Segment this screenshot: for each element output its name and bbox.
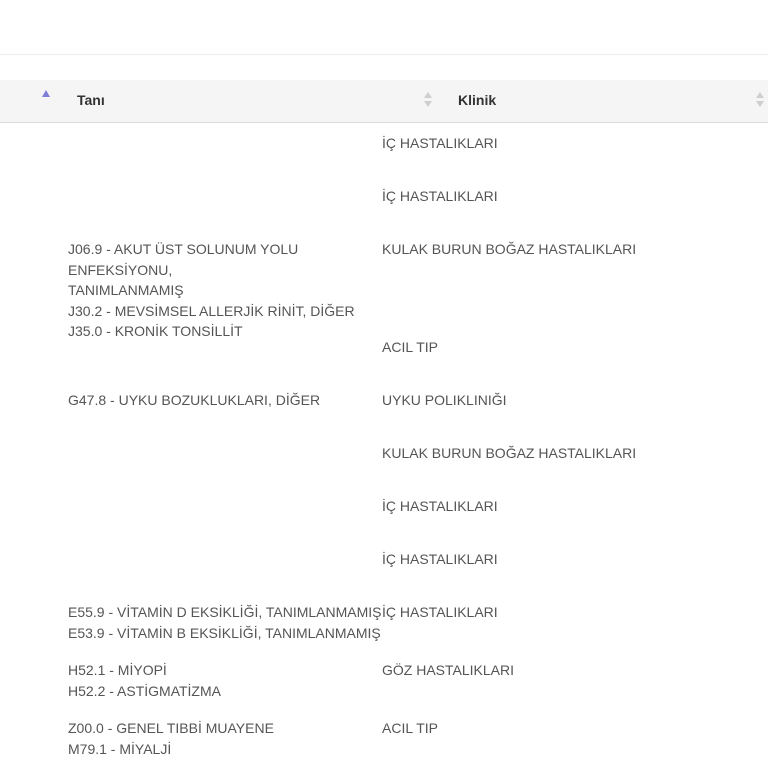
diagnosis-cell: G47.8 - UYKU BOZUKLUKLARI, DİĞER: [0, 390, 382, 433]
diagnosis-entry: J06.9 - AKUT ÜST SOLUNUM YOLU ENFEKSİYON…: [68, 241, 299, 298]
diagnosis-entry: J30.2 - MEVSİMSEL ALLERJİK RİNİT, DİĞER: [68, 302, 355, 319]
diagnosis-cell: [0, 133, 382, 176]
column-header-clinic[interactable]: Klinik: [458, 80, 496, 122]
diagnosis-cell: [0, 337, 382, 380]
table-row[interactable]: G47.8 - UYKU BOZUKLUKLARI, DİĞER UYKU POL…: [0, 380, 768, 433]
diagnosis-cell: J06.9 - AKUT ÜST SOLUNUM YOLU ENFEKSİYON…: [0, 239, 382, 339]
table-row[interactable]: İÇ HASTALIKLARI: [0, 539, 768, 592]
clinic-cell: ACIL TIP: [382, 339, 439, 355]
column-header-diagnosis[interactable]: Tanı: [77, 80, 105, 122]
diagnosis-entry: E55.9 - VİTAMİN D EKSİKLİĞİ, TANIMLANMAM…: [68, 604, 382, 620]
clinic-cell: İÇ HASTALIKLARI: [382, 498, 498, 514]
clinic-cell: İÇ HASTALIKLARI: [382, 135, 498, 151]
diagnosis-cell: E55.9 - VİTAMİN D EKSİKLİĞİ, TANIMLANMAM…: [0, 602, 382, 650]
diagnosis-table: Tanı Klinik İÇ HASTALIKLARI İÇ HASTALIKLA…: [0, 80, 768, 766]
table-row[interactable]: KULAK BURUN BOĞAZ HASTALIKLARI: [0, 433, 768, 486]
diagnosis-cell: Z00.0 - GENEL TIBBİ MUAYENE M79.1 - MİYAL…: [0, 718, 382, 766]
diagnosis-entry: Z00.0 - GENEL TIBBİ MUAYENE: [68, 720, 274, 736]
sort-ascending-icon[interactable]: [42, 90, 50, 97]
diagnosis-entry: M79.1 - MİYALJİ: [68, 740, 172, 757]
clinic-cell: İÇ HASTALIKLARI: [382, 604, 498, 620]
clinic-cell: UYKU POLIKLINIĞI: [382, 392, 507, 408]
table-header: Tanı Klinik: [0, 80, 768, 123]
table-row[interactable]: E55.9 - VİTAMİN D EKSİKLİĞİ, TANIMLANMAM…: [0, 592, 768, 650]
table-row[interactable]: H52.1 - MİYOPİ H52.2 - ASTİGMATİZMA GÖZ HA…: [0, 650, 768, 708]
clinic-cell: İÇ HASTALIKLARI: [382, 551, 498, 567]
sort-toggle-icon[interactable]: [424, 92, 432, 110]
diagnosis-entry: G47.8 - UYKU BOZUKLUKLARI, DİĞER: [68, 392, 321, 408]
diagnosis-entry: E53.9 - VİTAMİN B EKSİKLİĞİ, TANIMLANMAM…: [68, 624, 381, 641]
diagnosis-entry: H52.2 - ASTİGMATİZMA: [68, 682, 221, 699]
sort-toggle-icon[interactable]: [756, 92, 764, 110]
table-row[interactable]: Z00.0 - GENEL TIBBİ MUAYENE M79.1 - MİYAL…: [0, 708, 768, 766]
table-row[interactable]: ACIL TIP: [0, 327, 768, 380]
clinic-cell: GÖZ HASTALIKLARI: [382, 662, 514, 678]
diagnosis-cell: [0, 443, 382, 486]
diagnosis-cell: [0, 186, 382, 229]
clinic-cell: ACIL TIP: [382, 720, 439, 736]
diagnosis-cell: [0, 549, 382, 592]
diagnosis-cell: H52.1 - MİYOPİ H52.2 - ASTİGMATİZMA: [0, 660, 382, 708]
table-body: İÇ HASTALIKLARI İÇ HASTALIKLARI J06.9 - AK…: [0, 123, 768, 766]
table-row[interactable]: İÇ HASTALIKLARI: [0, 123, 768, 176]
table-row[interactable]: İÇ HASTALIKLARI: [0, 486, 768, 539]
top-toolbar-area: [0, 0, 768, 55]
diagnosis-cell: [0, 496, 382, 539]
clinic-cell: KULAK BURUN BOĞAZ HASTALIKLARI: [382, 445, 637, 461]
table-row[interactable]: İÇ HASTALIKLARI: [0, 176, 768, 229]
table-row[interactable]: J06.9 - AKUT ÜST SOLUNUM YOLU ENFEKSİYON…: [0, 229, 768, 339]
diagnosis-entry: H52.1 - MİYOPİ: [68, 662, 167, 678]
clinic-cell: KULAK BURUN BOĞAZ HASTALIKLARI: [382, 241, 637, 257]
clinic-cell: İÇ HASTALIKLARI: [382, 188, 498, 204]
